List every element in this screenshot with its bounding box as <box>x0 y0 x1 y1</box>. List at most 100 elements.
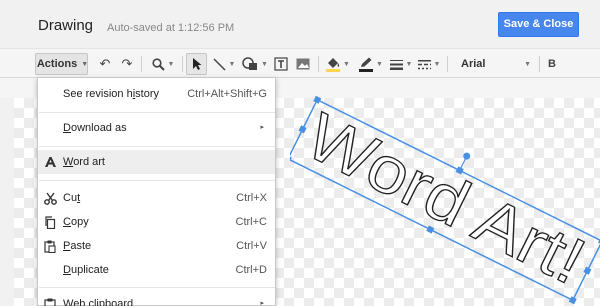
drawing-title[interactable]: Drawing <box>38 17 93 34</box>
toolbar-divider <box>141 56 142 72</box>
menu-item-label: See revision history <box>63 88 160 100</box>
font-family-value: Arial <box>461 58 486 70</box>
word-art-text: Word Art! <box>295 98 597 298</box>
pointer-icon <box>192 58 201 70</box>
text-box-icon <box>274 57 288 71</box>
word-art-object[interactable]: Word Art! <box>290 95 600 306</box>
actions-menu-button[interactable]: Actions ▼ <box>35 53 88 75</box>
mnemonic-letter: W <box>63 298 74 306</box>
chevron-down-icon: ▼ <box>261 60 268 68</box>
toolbar-divider <box>318 56 319 72</box>
mnemonic-letter: W <box>63 156 74 168</box>
chevron-down-icon: ▼ <box>167 60 175 68</box>
menu-item-shortcut: Ctrl+Alt+Shift+G <box>187 88 267 100</box>
line-weight-button[interactable]: ▼ <box>388 53 414 75</box>
line-tool-button[interactable]: ▼ <box>210 53 238 75</box>
chevron-down-icon: ▼ <box>376 60 383 68</box>
fill-color-indicator <box>326 68 341 72</box>
select-tool-button[interactable] <box>186 53 207 75</box>
menu-item-revision-history[interactable]: See revision history Ctrl+Alt+Shift+G <box>38 82 275 106</box>
actions-label: Actions <box>36 58 78 70</box>
menu-separator <box>39 287 275 288</box>
submenu-arrow-icon: ▸ <box>260 300 264 306</box>
image-icon <box>296 58 310 70</box>
mnemonic-letter: i <box>132 88 136 100</box>
menu-separator <box>39 112 275 113</box>
mnemonic-letter: C <box>63 216 71 228</box>
mnemonic-letter: D <box>63 264 71 276</box>
clipboard-icon <box>43 296 57 306</box>
mnemonic-letter: t <box>77 192 81 204</box>
toolbar-divider <box>539 56 540 72</box>
title-bar: Drawing Auto-saved at 1:12:56 PM Save & … <box>0 0 600 48</box>
menu-item-label: Word art <box>63 156 105 168</box>
menu-item-label: Download as <box>63 122 127 134</box>
fill-color-swatch <box>326 57 341 72</box>
menu-item-download-as[interactable]: Download as ▸ <box>38 116 275 140</box>
chevron-down-icon: ▼ <box>524 60 531 68</box>
line-color-indicator <box>359 68 374 72</box>
line-weight-icon <box>389 59 403 70</box>
autosave-status: Auto-saved at 1:12:56 PM <box>107 22 235 34</box>
menu-item-label: Duplicate <box>63 264 109 276</box>
menu-item-web-clipboard[interactable]: Web clipboard ▸ <box>38 292 275 306</box>
shape-icon <box>242 57 258 70</box>
menu-item-paste[interactable]: Paste Ctrl+V <box>38 234 275 258</box>
rotation-handle[interactable] <box>462 151 471 160</box>
chevron-down-icon: ▼ <box>343 60 350 68</box>
menu-item-shortcut: Ctrl+D <box>235 264 267 276</box>
actions-menu: See revision history Ctrl+Alt+Shift+G Do… <box>37 77 276 306</box>
mnemonic-letter: D <box>63 122 71 134</box>
line-icon <box>213 57 226 71</box>
line-color-swatch <box>359 57 374 72</box>
pencil-icon <box>361 57 372 67</box>
line-color-button[interactable]: ▼ <box>356 53 386 75</box>
fill-color-button[interactable]: ▼ <box>323 53 353 75</box>
menu-item-word-art[interactable]: Word art <box>38 150 275 174</box>
undo-icon: ↶ <box>99 56 111 71</box>
chevron-down-icon: ▼ <box>405 60 413 68</box>
menu-item-label: Web clipboard <box>63 298 133 306</box>
menu-item-label: Paste <box>63 240 92 252</box>
scissors-icon <box>43 190 57 206</box>
zoom-button[interactable]: ▼ <box>148 53 178 75</box>
menu-separator <box>39 146 275 147</box>
undo-button[interactable]: ↶ <box>96 53 114 75</box>
redo-button[interactable]: ↷ <box>118 53 136 75</box>
chevron-down-icon: ▼ <box>81 60 89 68</box>
text-box-button[interactable] <box>272 53 290 75</box>
menu-item-shortcut: Ctrl+V <box>236 240 267 252</box>
shape-tool-button[interactable]: ▼ <box>240 53 270 75</box>
bold-button[interactable]: B <box>544 53 560 75</box>
resize-handle[interactable] <box>583 266 592 275</box>
drawing-toolbar: Actions ▼ ↶ ↷ ▼ ▼ ▼ ▼ ▼ ▼ ▼ Arial ▼ B <box>0 48 600 78</box>
insert-image-button[interactable] <box>294 53 312 75</box>
menu-item-cut[interactable]: Cut Ctrl+X <box>38 186 275 210</box>
chevron-down-icon: ▼ <box>228 60 236 68</box>
font-family-select[interactable]: Arial ▼ <box>455 55 535 73</box>
resize-handle[interactable] <box>298 125 307 134</box>
copy-icon <box>43 214 57 230</box>
mnemonic-letter: P <box>63 240 71 252</box>
redo-icon: ↷ <box>121 56 133 71</box>
menu-item-label: Copy <box>63 216 89 228</box>
menu-item-label: Cut <box>63 192 81 204</box>
resize-handle[interactable] <box>313 95 322 104</box>
paste-icon <box>43 238 57 254</box>
line-dash-icon <box>417 59 431 69</box>
line-dash-button[interactable]: ▼ <box>416 53 442 75</box>
word-art-icon <box>43 154 57 170</box>
menu-item-duplicate[interactable]: Duplicate Ctrl+D <box>38 258 275 282</box>
zoom-icon <box>151 57 165 71</box>
menu-item-copy[interactable]: Copy Ctrl+C <box>38 210 275 234</box>
menu-separator <box>39 180 275 181</box>
save-and-close-button[interactable]: Save & Close <box>498 12 579 37</box>
toolbar-divider <box>182 56 183 72</box>
toolbar-divider <box>447 56 448 72</box>
menu-item-shortcut: Ctrl+C <box>235 216 267 228</box>
resize-handle[interactable] <box>290 154 292 163</box>
submenu-arrow-icon: ▸ <box>260 124 264 131</box>
chevron-down-icon: ▼ <box>433 60 441 68</box>
resize-handle[interactable] <box>568 296 577 305</box>
paint-bucket-icon <box>328 57 340 68</box>
